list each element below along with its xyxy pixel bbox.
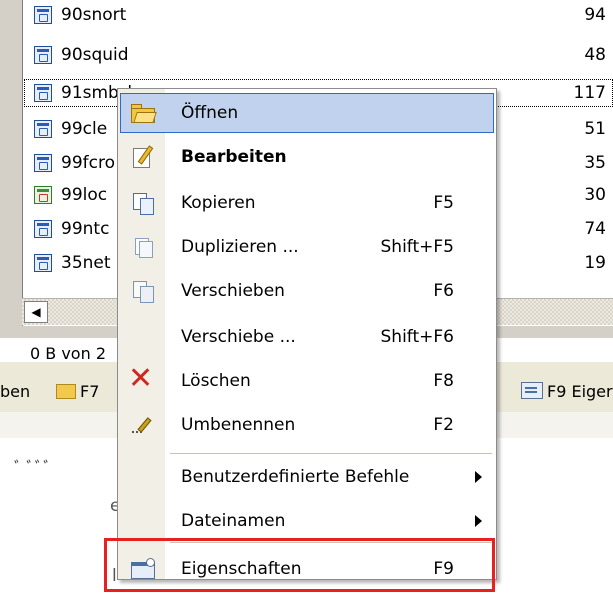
file-size: 30 [584, 185, 606, 205]
menu-item-shortcut: Shift+F5 [380, 237, 454, 257]
file-name: 90squid [61, 45, 129, 65]
file-name: 99loc [61, 185, 108, 205]
file-size: 35 [584, 153, 606, 173]
menu-item-shortcut: F6 [433, 281, 454, 301]
menu-item-label: Bearbeiten [181, 147, 287, 167]
file-size: 117 [573, 83, 606, 103]
status-text: 0 B von 2 [30, 344, 106, 363]
file-name: 35net [61, 253, 111, 273]
fkey-key: F7 [80, 382, 100, 401]
menu-item-label: Verschiebe ... [181, 327, 296, 347]
file-name: 99fcro [61, 153, 115, 173]
fkey-label: ben [0, 382, 31, 401]
folder-open-icon [130, 101, 157, 125]
menu-item-rename[interactable]: Umbenennen F2 [120, 405, 494, 445]
file-icon [34, 84, 52, 102]
menu-item-label: Benutzerdefinierte Befehle [181, 467, 410, 487]
file-size: 48 [584, 45, 606, 65]
file-name: 99ntc [61, 219, 110, 239]
new-folder-icon [56, 384, 76, 399]
menu-item-label: Öffnen [181, 103, 239, 123]
highlight-annotation-box [104, 538, 495, 592]
arrow-left-icon: ◀ [31, 305, 41, 319]
file-icon [34, 120, 52, 138]
menu-item-duplicate[interactable]: Duplizieren ... Shift+F5 [120, 227, 494, 267]
menu-item-label: Dateinamen [181, 511, 286, 531]
edit-icon [130, 145, 156, 169]
context-menu: Öffnen Bearbeiten Kopieren F5 Dupliziere… [117, 88, 497, 580]
menu-item-move[interactable]: Verschieben F6 [120, 271, 494, 311]
file-row[interactable]: 90squid 48 [23, 40, 613, 70]
rename-icon [130, 413, 156, 437]
fkey-properties[interactable]: F9 Eiger [521, 382, 613, 401]
menu-item-label: Umbenennen [181, 415, 296, 435]
menu-item-label: Löschen [181, 371, 251, 391]
menu-item-move-to[interactable]: Verschiebe ... Shift+F6 [120, 317, 494, 357]
file-name: 99cle [61, 119, 108, 139]
file-icon [34, 46, 52, 64]
menu-item-shortcut: F8 [433, 371, 454, 391]
file-size: 51 [584, 119, 606, 139]
file-icon [34, 254, 52, 272]
file-icon [34, 186, 52, 204]
menu-item-edit[interactable]: Bearbeiten [120, 137, 494, 177]
menu-item-label: Duplizieren ... [181, 237, 299, 257]
properties-icon [521, 382, 543, 399]
file-size: 94 [584, 5, 606, 25]
delete-icon: ✕ [128, 361, 154, 396]
file-row[interactable]: 90snort 94 [23, 0, 613, 30]
file-name: 90snort [61, 5, 127, 25]
menu-item-copy[interactable]: Kopieren F5 [120, 183, 494, 223]
menu-item-shortcut: F2 [433, 415, 454, 435]
file-icon [34, 6, 52, 24]
submenu-arrow-icon [475, 515, 482, 527]
file-size: 74 [584, 219, 606, 239]
duplicate-icon [130, 235, 156, 259]
menu-item-label: Kopieren [181, 193, 256, 213]
file-size: 19 [584, 253, 606, 273]
move-icon [130, 279, 156, 303]
copy-icon [130, 191, 156, 215]
menu-separator [170, 453, 492, 454]
menu-item-custom-commands[interactable]: Benutzerdefinierte Befehle [120, 457, 494, 497]
file-icon [34, 154, 52, 172]
menu-item-delete[interactable]: ✕ Löschen F8 [120, 361, 494, 401]
menu-item-filenames[interactable]: Dateinamen [120, 501, 494, 541]
menu-item-shortcut: F5 [433, 193, 454, 213]
background-text-fragment: ﾞ ﾞﾞﾞ [14, 459, 52, 479]
menu-item-label: Verschieben [181, 281, 285, 301]
file-icon [34, 220, 52, 238]
menu-item-open[interactable]: Öffnen [120, 93, 494, 133]
scroll-left-button[interactable]: ◀ [24, 301, 48, 323]
fkey-properties-label: F9 Eiger [547, 382, 613, 401]
menu-item-shortcut: Shift+F6 [380, 327, 454, 347]
submenu-arrow-icon [475, 471, 482, 483]
